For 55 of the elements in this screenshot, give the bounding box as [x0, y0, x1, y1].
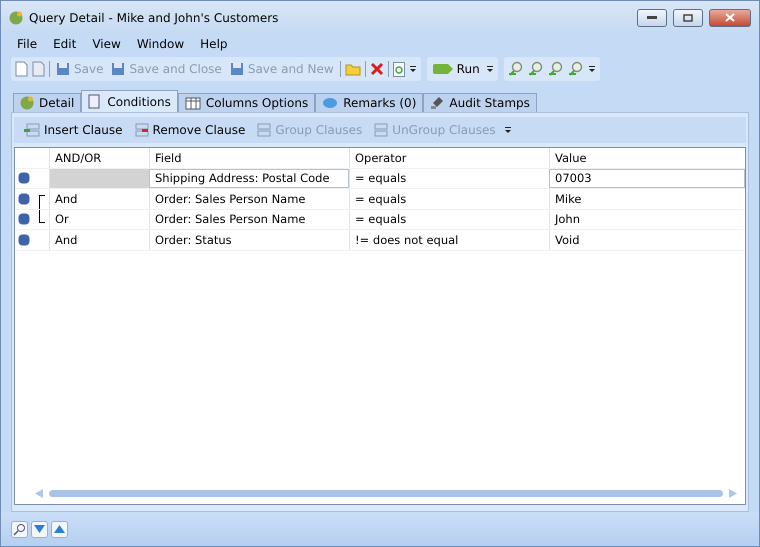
- menu-item[interactable]: View: [84, 37, 129, 51]
- overflow-caret-icon[interactable]: [504, 126, 512, 134]
- close-button[interactable]: [709, 8, 751, 26]
- row-indicator-icon: [18, 234, 30, 246]
- menu-item[interactable]: File: [9, 37, 46, 51]
- maximize-icon: [683, 14, 693, 22]
- table-cell: Shipping Address: Postal Code: [149, 168, 349, 188]
- rows-icon: [372, 123, 388, 137]
- app-icon: [9, 10, 23, 24]
- up-triangle-icon: [54, 525, 65, 533]
- search-button[interactable]: [11, 520, 28, 538]
- table-cell: 07003: [549, 168, 745, 188]
- tab[interactable]: Remarks (0): [315, 93, 424, 112]
- clause-button[interactable]: Insert Clause: [22, 123, 125, 137]
- tab[interactable]: Conditions: [81, 90, 178, 112]
- menu-item[interactable]: Edit: [45, 37, 84, 51]
- speech-bubble-icon: [322, 96, 338, 110]
- remove-row-icon: [132, 123, 149, 137]
- minimize-button[interactable]: [637, 8, 667, 26]
- run-button[interactable]: Run: [430, 62, 482, 76]
- search-icon[interactable]: [548, 61, 564, 77]
- move-up-button[interactable]: [51, 520, 68, 538]
- tab-orb-icon: [20, 96, 34, 110]
- menu-item[interactable]: Window: [128, 37, 192, 51]
- new-document-icon[interactable]: [15, 61, 28, 77]
- insert-row-icon: [24, 123, 40, 137]
- clause-button[interactable]: Remove Clause: [130, 123, 248, 137]
- overflow-caret-icon[interactable]: [588, 65, 596, 73]
- tab[interactable]: Detail: [13, 93, 82, 112]
- maximize-button[interactable]: [673, 8, 703, 26]
- tag-icon: [432, 64, 453, 74]
- close-icon: [725, 13, 735, 22]
- rows-icon: [255, 123, 272, 137]
- tab[interactable]: Audit Stamps: [423, 93, 537, 112]
- window-title: Query Detail - Mike and John's Customers: [29, 10, 280, 24]
- search-icon: [13, 522, 26, 536]
- move-down-button[interactable]: [31, 520, 48, 538]
- delete-icon[interactable]: [370, 62, 384, 76]
- down-triangle-icon: [34, 525, 45, 533]
- overflow-caret-icon[interactable]: [408, 65, 417, 73]
- overflow-caret-icon[interactable]: [486, 65, 494, 73]
- search-icon[interactable]: [508, 61, 524, 77]
- folder-icon[interactable]: [344, 62, 361, 76]
- horizontal-scrollbar[interactable]: [49, 490, 723, 496]
- row-indicator-icon: [18, 172, 30, 184]
- table-icon: [184, 96, 201, 110]
- menu-item[interactable]: Help: [192, 37, 236, 51]
- row-indicator-icon: [18, 192, 30, 205]
- row-indicator-icon: [18, 213, 30, 226]
- stamp-icon: [430, 96, 444, 110]
- search-icon[interactable]: [528, 61, 544, 77]
- minimize-icon: [647, 16, 657, 20]
- tab[interactable]: Columns Options: [178, 93, 316, 112]
- document-icon: [88, 94, 102, 109]
- copy-document-icon[interactable]: [32, 61, 45, 77]
